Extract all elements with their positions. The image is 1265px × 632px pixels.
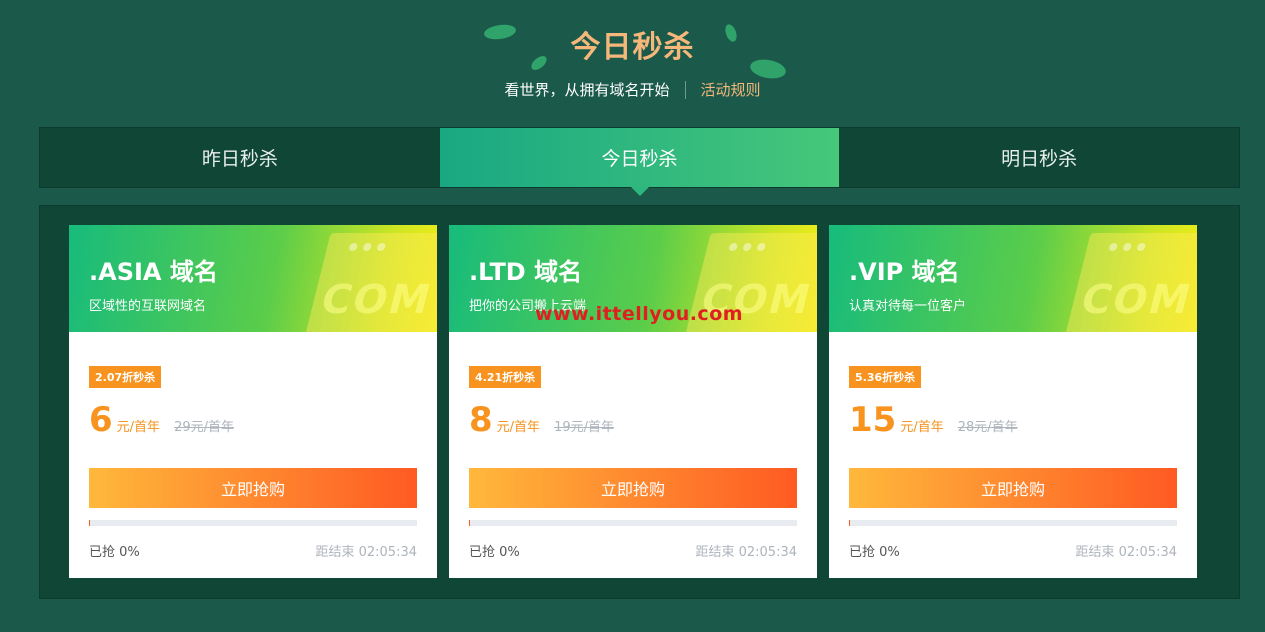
subtitle-row: 看世界，从拥有域名开始 活动规则	[0, 79, 1265, 100]
card-title: .ASIA 域名	[89, 258, 218, 286]
price-unit: 元/首年	[900, 420, 944, 435]
countdown-timer: 距结束 02:05:34	[695, 545, 797, 560]
countdown-timer: 距结束 02:05:34	[315, 545, 417, 560]
buy-now-button[interactable]: 立即抢购	[469, 468, 797, 508]
com-window-icon: COM	[303, 233, 437, 332]
buy-now-button[interactable]: 立即抢购	[89, 468, 417, 508]
domain-card-ltd: COM .LTD 域名 把你的公司搬上云端 4.21折秒杀 8 元/首年 19元…	[449, 225, 817, 578]
sale-price: 15	[849, 400, 897, 440]
tab-yesterday[interactable]: 昨日秒杀	[40, 128, 440, 187]
card-description: 认真对待每一位客户	[849, 299, 967, 314]
domain-card-vip: COM .VIP 域名 认真对待每一位客户 5.36折秒杀 15 元/首年 28…	[829, 225, 1197, 578]
sold-percent: 已抢 0%	[849, 545, 900, 560]
day-tabs: 昨日秒杀 今日秒杀 明日秒杀	[39, 127, 1240, 196]
discount-badge: 2.07折秒杀	[89, 366, 162, 388]
card-title: .LTD 域名	[469, 258, 583, 286]
sale-price: 6	[89, 400, 113, 440]
page-header: 今日秒杀 看世界，从拥有域名开始 活动规则	[0, 0, 1265, 120]
buy-now-button[interactable]: 立即抢购	[849, 468, 1177, 508]
tab-label: 昨日秒杀	[201, 148, 278, 170]
original-price: 28元/首年	[957, 420, 1018, 435]
progress-fill	[89, 520, 90, 526]
page-subtitle: 看世界，从拥有域名开始	[504, 81, 670, 99]
domain-card-asia: COM .ASIA 域名 区域性的互联网域名 2.07折秒杀 6 元/首年 29…	[69, 225, 437, 578]
active-tab-caret-icon	[630, 187, 649, 196]
progress-bar	[89, 520, 417, 526]
card-banner: COM .VIP 域名 认真对待每一位客户	[829, 225, 1197, 332]
flash-sale-panel: COM .ASIA 域名 区域性的互联网域名 2.07折秒杀 6 元/首年 29…	[39, 205, 1240, 599]
sold-percent: 已抢 0%	[89, 545, 140, 560]
countdown-timer: 距结束 02:05:34	[1075, 545, 1177, 560]
price-row: 6 元/首年 29元/首年	[89, 400, 234, 440]
progress-fill	[849, 520, 850, 526]
activity-rules-link[interactable]: 活动规则	[701, 79, 761, 100]
price-unit: 元/首年	[496, 420, 541, 435]
tab-label: 明日秒杀	[1001, 148, 1078, 170]
divider	[684, 80, 686, 99]
com-window-icon: COM	[1063, 233, 1197, 332]
discount-badge: 5.36折秒杀	[849, 366, 922, 388]
progress-bar	[849, 520, 1177, 526]
card-banner: COM .ASIA 域名 区域性的互联网域名	[69, 225, 437, 332]
page-title: 今日秒杀	[570, 30, 695, 65]
sold-percent: 已抢 0%	[469, 545, 520, 560]
progress-bar	[469, 520, 797, 526]
price-unit: 元/首年	[116, 420, 161, 435]
price-row: 15 元/首年 28元/首年	[849, 400, 1018, 440]
original-price: 19元/首年	[554, 420, 614, 435]
tab-label: 今日秒杀	[601, 148, 678, 170]
sale-price: 8	[469, 400, 493, 440]
progress-fill	[469, 520, 470, 526]
price-row: 8 元/首年 19元/首年	[469, 400, 614, 440]
watermark-text: www.ittellyou.com	[535, 303, 744, 325]
original-price: 29元/首年	[174, 420, 234, 435]
tab-tomorrow[interactable]: 明日秒杀	[839, 128, 1239, 187]
card-description: 区域性的互联网域名	[89, 299, 207, 314]
card-title: .VIP 域名	[849, 258, 960, 286]
discount-badge: 4.21折秒杀	[469, 366, 542, 388]
tab-today[interactable]: 今日秒杀	[439, 128, 840, 196]
